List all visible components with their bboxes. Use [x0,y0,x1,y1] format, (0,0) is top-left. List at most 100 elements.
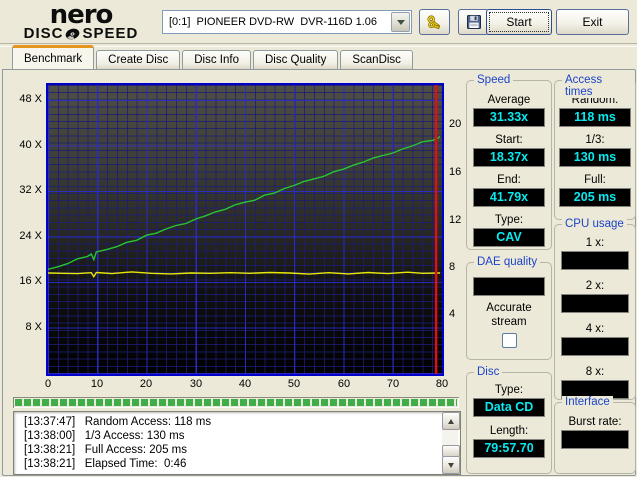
cpu-2x-label: 2 x: [585,280,605,292]
log-line: [13:38:21] Elapsed Time: 0:46 [24,458,187,470]
speed-panel: Speed Average 31.33x Start: 18.37x End: … [466,74,552,250]
accurate-stream-label-line2: stream [491,316,527,328]
cpu-1x-display [561,251,629,270]
x-axis-tick: 60 [337,378,351,390]
tab-benchmark[interactable]: Benchmark [12,45,95,69]
tab-label: Benchmark [24,52,83,65]
accurate-stream-checkbox[interactable] [501,333,517,348]
access-times-panel-title: Access times [562,74,635,98]
cpu-usage-panel-title: CPU usage [562,218,627,230]
one-third-access-label: 1/3: [585,134,605,146]
random-access-display: 118 ms [559,108,631,127]
logo-discspeed-text: DISC SPEED [18,26,144,41]
disc-type-label: Type: [494,384,524,396]
drive-selector-dropdown-button[interactable] [391,12,410,32]
tab-label: Disc Quality [265,54,327,66]
end-speed-display: 41.79x [473,188,545,207]
interface-panel-title: Interface [562,396,613,408]
exit-button-label: Exit [582,15,603,29]
series-read-speed [48,135,441,270]
left-axis-tick: 24 X [19,230,42,242]
x-axis-tick: 70 [386,378,400,390]
start-button-label: Start [506,15,532,29]
disc-length-display: 79:57.70 [473,439,545,458]
arrow-up-icon [448,418,454,424]
type-label: Type: [494,214,524,226]
save-button[interactable] [458,9,489,35]
average-label: Average [487,94,531,106]
left-axis-tick: 48 X [19,93,42,105]
burst-rate-label: Burst rate: [568,416,622,428]
tab-label: Create Disc [108,54,169,66]
disc-panel: Disc Type: Data CD Length: 79:57.70 [466,366,552,474]
series-rotation-speed [48,271,441,279]
log-scrollbar[interactable] [442,412,460,474]
scroll-up-button[interactable] [442,412,460,430]
drive-selector-value: [0:1] PIONEER DVD-RW DVR-116D 1.06 [169,16,378,28]
access-times-panel: Access times Random: 118 ms 1/3: 130 ms … [554,74,636,220]
chart-series-svg [48,85,441,374]
progress-bar-fill [15,399,457,406]
nero-discspeed-logo: nero DISC SPEED [18,2,144,41]
disc-panel-title: Disc [474,366,503,378]
keys-icon [426,14,443,31]
tab-label: Disc Info [194,54,239,66]
x-axis-tick: 10 [90,378,104,390]
toolbar: nero DISC SPEED [0:1] PIONEER DVD-RW DVR… [0,0,637,44]
left-axis-tick: 16 X [19,275,42,287]
options-button[interactable] [419,9,450,35]
tab-scandisc[interactable]: ScanDisc [340,50,413,69]
dae-quality-display [473,277,545,296]
tab-label: ScanDisc [352,54,401,66]
x-axis-tick: 30 [189,378,203,390]
logo-speed-word: SPEED [82,25,139,42]
one-third-access-display: 130 ms [559,148,631,167]
burst-rate-display [561,430,629,449]
left-axis-tick: 8 X [25,321,42,333]
scroll-down-button[interactable] [442,456,460,474]
x-axis-tick: 50 [287,378,301,390]
log-listbox[interactable]: [13:37:47] Random Access: 118 ms [13:38:… [13,411,461,475]
x-axis-tick: 20 [139,378,153,390]
full-access-display: 205 ms [559,188,631,207]
tab-disc-quality[interactable]: Disc Quality [253,50,339,69]
average-speed-display: 31.33x [473,108,545,127]
speed-type-display: CAV [473,228,545,247]
cpu-8x-label: 8 x: [585,366,605,378]
plot-area [48,85,442,374]
exit-button[interactable]: Exit [556,9,629,35]
x-axis-tick: 40 [238,378,252,390]
logo-disc-word: DISC [23,25,64,42]
floppy-disk-icon [466,14,482,30]
benchmark-chart [46,83,444,376]
drive-selector[interactable]: [0:1] PIONEER DVD-RW DVR-116D 1.06 [162,10,412,34]
arrow-down-icon [448,462,454,468]
cpu-2x-display [561,294,629,313]
full-access-label: Full: [584,174,606,186]
cpu-usage-panel: CPU usage 1 x: 2 x: 4 x: 8 x: [554,218,636,400]
log-line: [13:38:00] 1/3 Access: 130 ms [24,430,185,442]
left-axis-tick: 32 X [19,184,42,196]
left-axis-tick: 40 X [19,139,42,151]
end-label: End: [497,174,521,186]
start-speed-display: 18.37x [473,148,545,167]
disc-type-display: Data CD [473,398,545,417]
x-axis-tick: 0 [44,378,52,390]
tab-create-disc[interactable]: Create Disc [96,50,181,69]
cpu-4x-display [561,337,629,356]
app-window: nero DISC SPEED [0:1] PIONEER DVD-RW DVR… [0,0,637,477]
disc-icon [64,27,81,41]
toolbar-separator [0,43,637,47]
dae-quality-panel-title: DAE quality [474,256,541,268]
start-label: Start: [495,134,523,146]
log-line: [13:37:47] Random Access: 118 ms [24,416,212,428]
interface-panel: Interface Burst rate: [554,396,636,474]
x-axis-tick: 80 [435,378,449,390]
tab-disc-info[interactable]: Disc Info [182,50,251,69]
start-button[interactable]: Start [486,9,552,35]
dae-quality-panel: DAE quality Accurate stream [466,256,552,360]
chevron-down-icon [396,19,405,25]
accurate-stream-label-line1: Accurate [486,302,532,314]
speed-panel-title: Speed [474,74,514,86]
cpu-1x-label: 1 x: [585,237,605,249]
